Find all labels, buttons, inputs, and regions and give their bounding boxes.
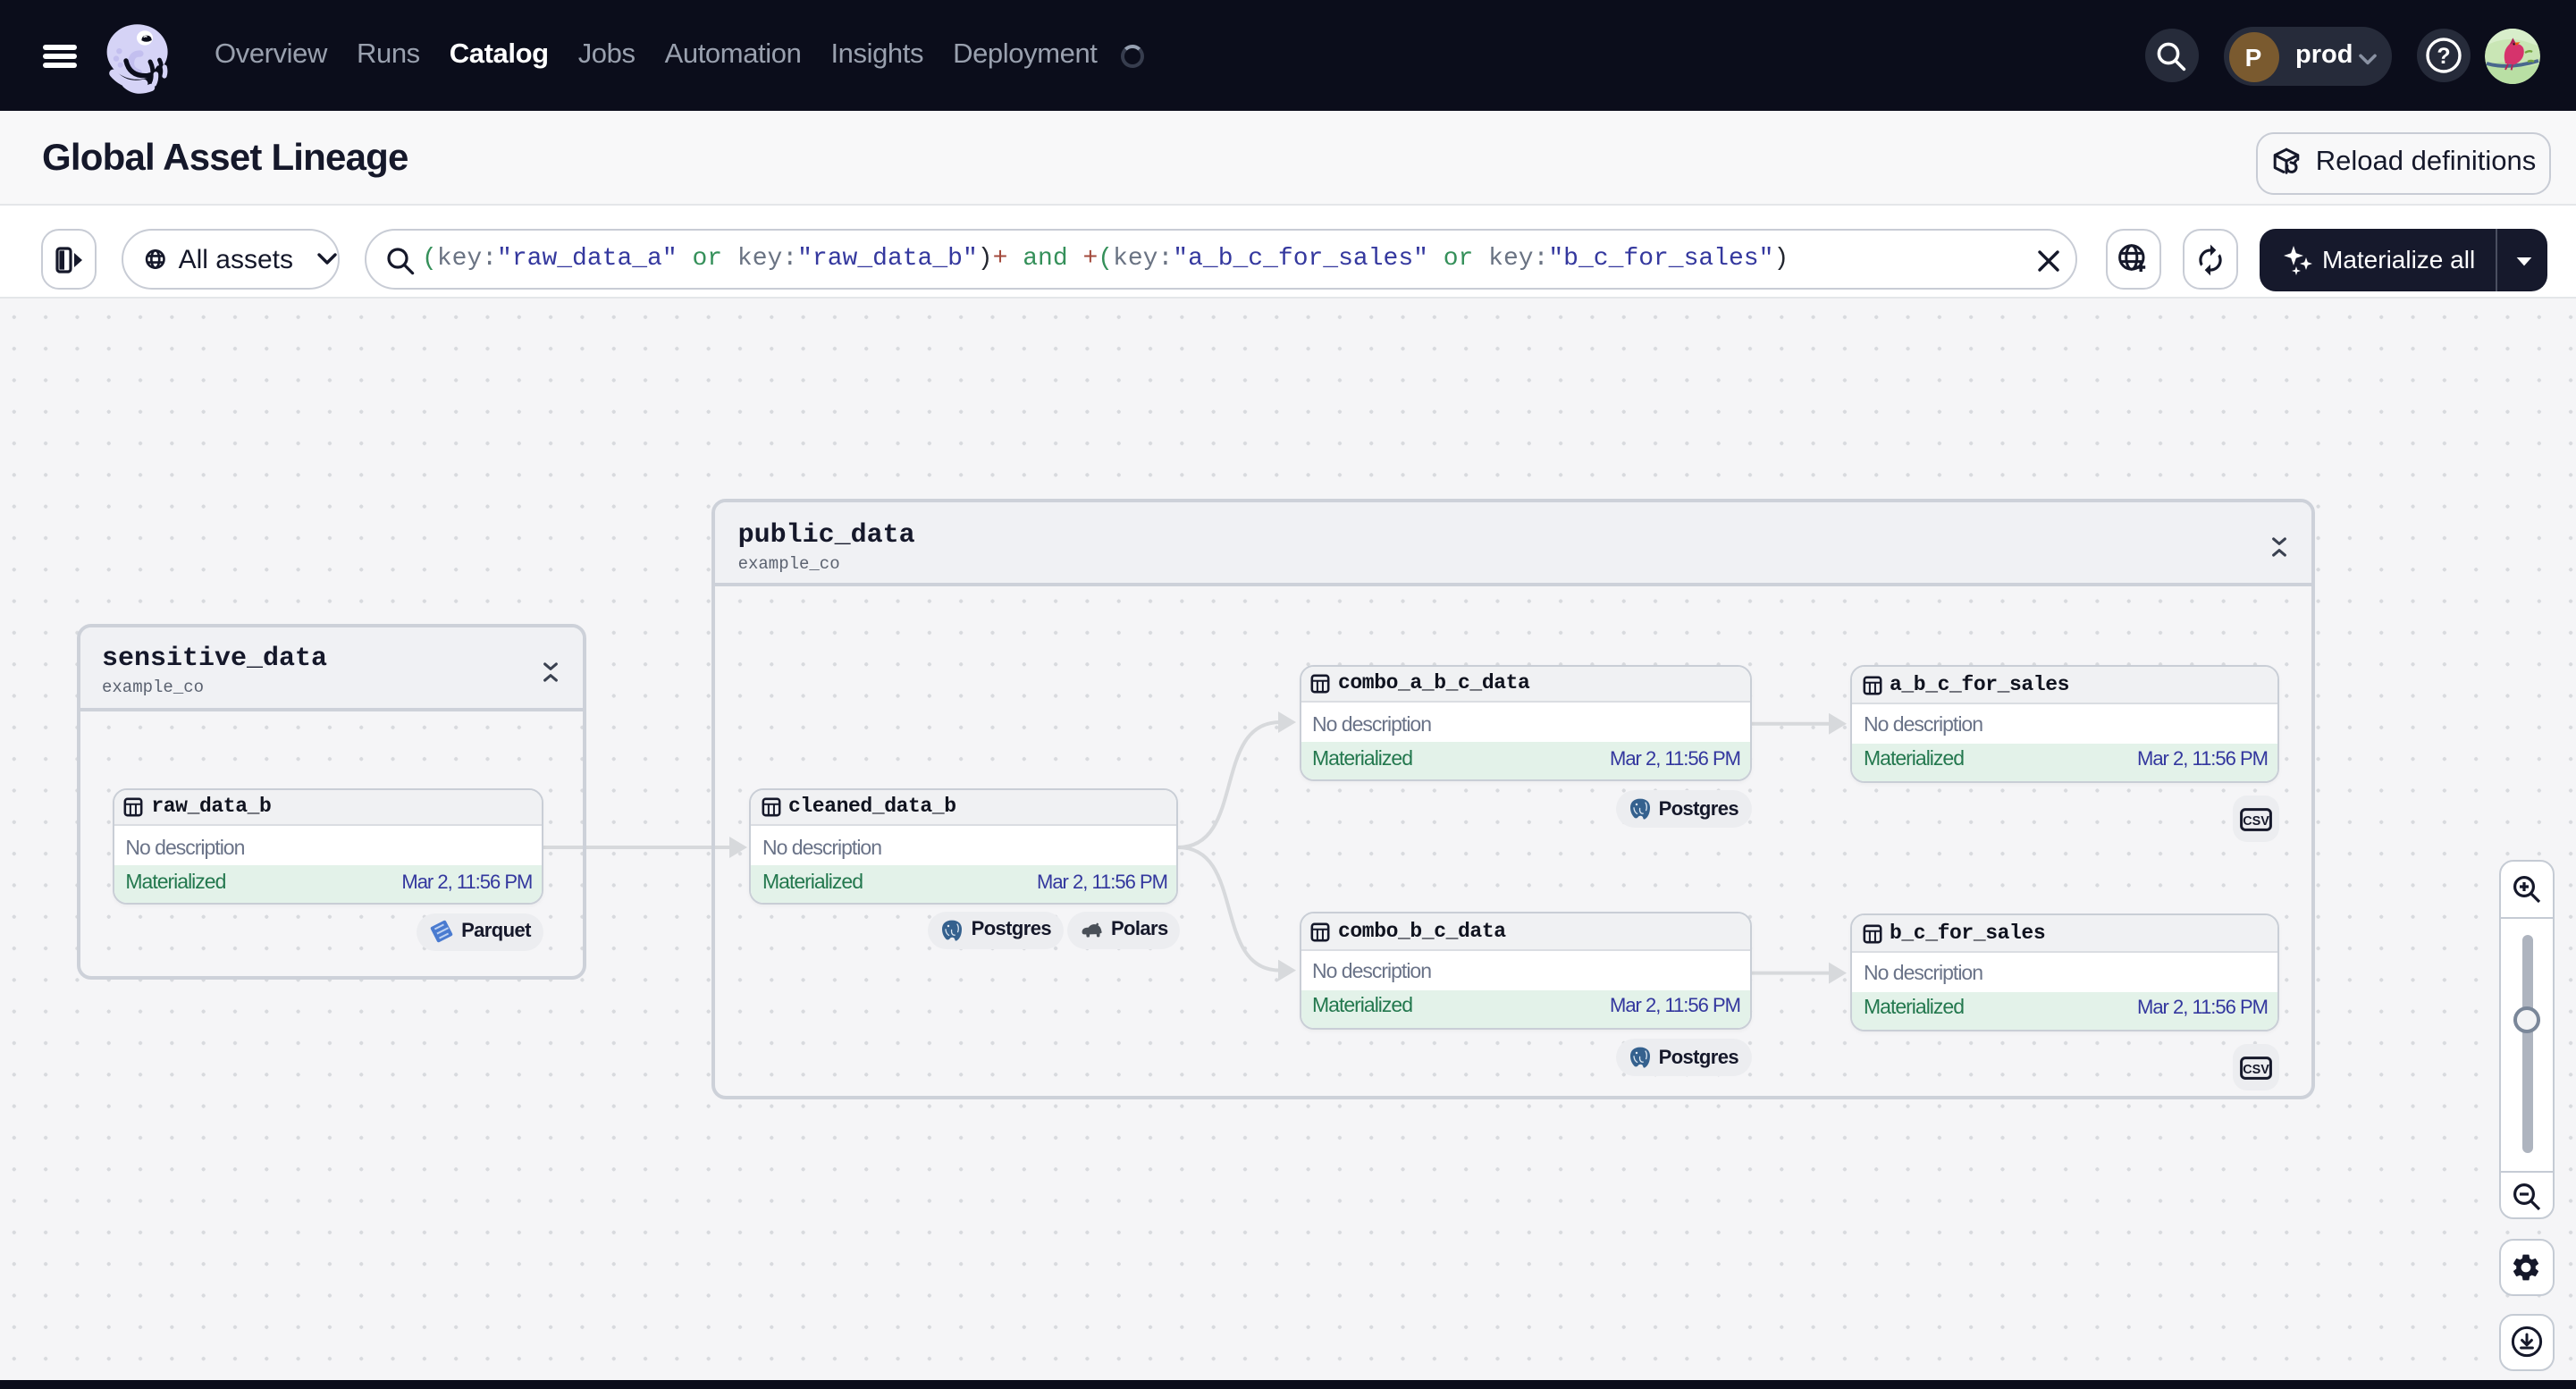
svg-text:CSV: CSV <box>2243 813 2269 828</box>
svg-text:CSV: CSV <box>2243 1062 2269 1076</box>
svg-text:?: ? <box>2437 44 2450 69</box>
